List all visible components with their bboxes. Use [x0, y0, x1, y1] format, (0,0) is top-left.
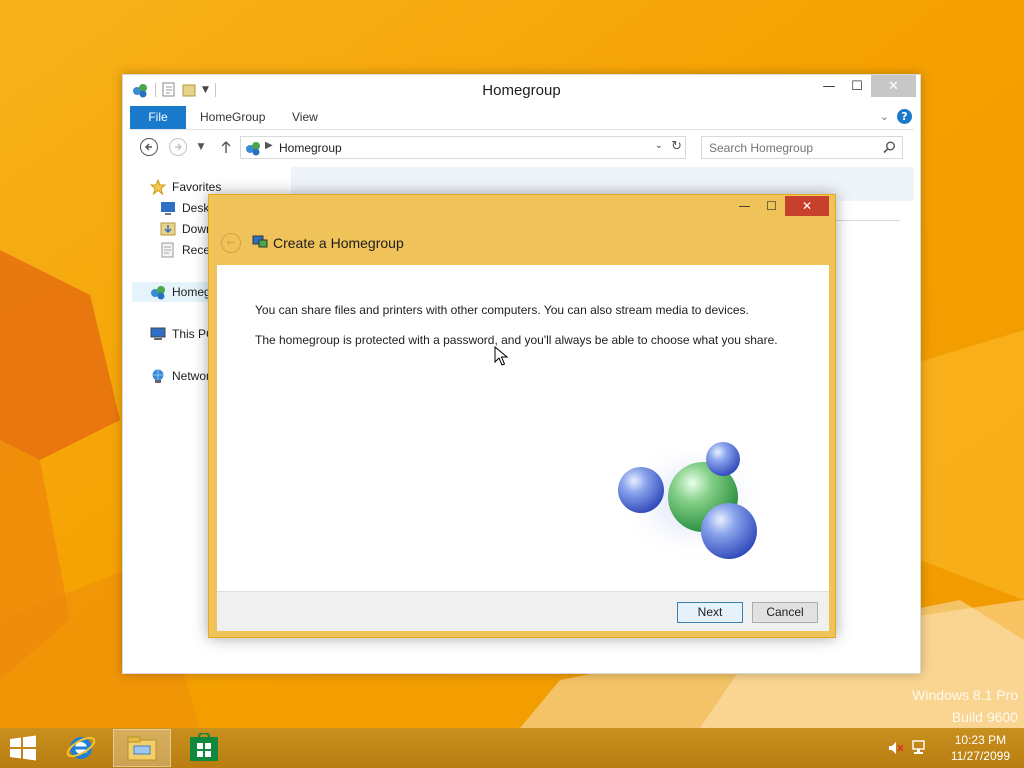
- address-bar[interactable]: ▶ Homegroup ⌄ ↻: [240, 136, 686, 159]
- homegroup-icon: [246, 142, 260, 156]
- homegroup-wizard-icon: [252, 235, 268, 248]
- breadcrumb-homegroup[interactable]: Homegroup: [279, 141, 342, 155]
- help-icon[interactable]: ?: [897, 109, 912, 124]
- expand-ribbon-icon[interactable]: ⌄: [880, 110, 889, 123]
- nav-label-homegroup: Homegroup: [172, 285, 210, 299]
- nav-item-homegroup[interactable]: Homegroup: [132, 282, 210, 302]
- forward-button[interactable]: [168, 137, 188, 157]
- dialog-window-controls: — ☐ ✕: [731, 196, 829, 216]
- homegroup-spheres-illustration: [617, 439, 769, 563]
- recent-places-icon: [161, 242, 174, 258]
- watermark-build: Build 9600: [951, 709, 1018, 725]
- dialog-back-button[interactable]: ←: [221, 233, 241, 253]
- navigation-bar: ▼ ▶ Homegroup ⌄ ↻: [130, 134, 914, 162]
- tab-homegroup[interactable]: HomeGroup: [200, 106, 265, 129]
- back-button[interactable]: [139, 137, 159, 157]
- next-button[interactable]: Next: [677, 602, 743, 623]
- dialog-caption-bar[interactable]: — ☐ ✕: [209, 195, 835, 219]
- homegroup-icon: [151, 286, 165, 300]
- speaker-muted-icon[interactable]: [888, 740, 904, 756]
- dialog-footer: Next Cancel: [217, 591, 829, 631]
- cancel-button[interactable]: Cancel: [752, 602, 818, 623]
- system-tray: [888, 740, 928, 756]
- file-explorer-icon: [127, 736, 157, 761]
- watermark-edition: Windows 8.1 Pro: [912, 687, 1018, 703]
- clock-date: 11/27/2099: [950, 749, 1010, 763]
- ribbon-right-controls: ⌄ ?: [880, 109, 912, 124]
- dialog-header: ← Create a Homegroup: [209, 225, 835, 261]
- network-icon: [152, 369, 164, 383]
- back-arrow-icon: [140, 138, 158, 156]
- start-button[interactable]: [8, 735, 38, 761]
- tab-file[interactable]: File: [130, 106, 186, 129]
- taskbar-store[interactable]: [175, 729, 233, 767]
- dialog-title: Create a Homegroup: [273, 235, 404, 251]
- breadcrumb-chevron-icon[interactable]: ▶: [265, 140, 273, 151]
- star-icon: [150, 179, 166, 195]
- dialog-description-line-1: You can share files and printers with ot…: [255, 303, 749, 317]
- create-homegroup-dialog: — ☐ ✕ ← Create a Homegroup You can share…: [208, 194, 836, 638]
- explorer-titlebar[interactable]: ▼ Homegroup — ☐ ✕: [123, 75, 920, 105]
- computer-icon: [150, 327, 166, 340]
- search-box: [701, 136, 903, 159]
- taskbar-clock[interactable]: 10:23 PM 11/27/2099: [951, 732, 1010, 764]
- dialog-minimize-button[interactable]: —: [731, 196, 758, 216]
- taskbar: 10:23 PM 11/27/2099: [0, 728, 1024, 768]
- store-icon: [190, 733, 218, 761]
- clock-time: 10:23 PM: [954, 733, 1007, 747]
- close-button[interactable]: ✕: [871, 75, 916, 97]
- taskbar-file-explorer[interactable]: [113, 729, 171, 767]
- desktop-icon: [161, 202, 175, 215]
- content-divider: [831, 220, 900, 221]
- refresh-icon[interactable]: ↻: [671, 139, 682, 154]
- nav-label-favorites: Favorites: [172, 180, 222, 194]
- mouse-cursor-icon: [494, 346, 508, 366]
- taskbar-internet-explorer[interactable]: [52, 729, 110, 767]
- dialog-maximize-button[interactable]: ☐: [758, 196, 785, 216]
- minimize-button[interactable]: —: [815, 75, 843, 97]
- up-arrow-icon: [221, 141, 231, 153]
- windows-watermark: Windows 8.1 Pro Build 9600: [912, 684, 1018, 728]
- window-controls: — ☐ ✕: [815, 75, 916, 97]
- dialog-description-line-2: The homegroup is protected with a passwo…: [255, 333, 778, 347]
- chevron-down-icon: ▼: [197, 142, 205, 152]
- dialog-body: You can share files and printers with ot…: [217, 265, 829, 591]
- tab-view[interactable]: View: [292, 106, 318, 129]
- search-input[interactable]: [702, 137, 878, 158]
- up-button[interactable]: [216, 137, 236, 157]
- downloads-icon: [160, 222, 176, 236]
- forward-arrow-icon: [169, 138, 187, 156]
- back-arrow-icon: ←: [226, 236, 236, 249]
- search-icon[interactable]: [883, 141, 896, 154]
- address-dropdown-icon[interactable]: ⌄: [655, 140, 663, 151]
- maximize-button[interactable]: ☐: [843, 75, 871, 97]
- network-status-icon[interactable]: [912, 740, 928, 756]
- recent-locations-button[interactable]: ▼: [194, 137, 208, 157]
- dialog-close-button[interactable]: ✕: [785, 196, 829, 216]
- ribbon-tabs: File HomeGroup View ⌄ ?: [130, 106, 914, 130]
- internet-explorer-icon: [66, 736, 96, 759]
- window-title: Homegroup: [482, 82, 561, 99]
